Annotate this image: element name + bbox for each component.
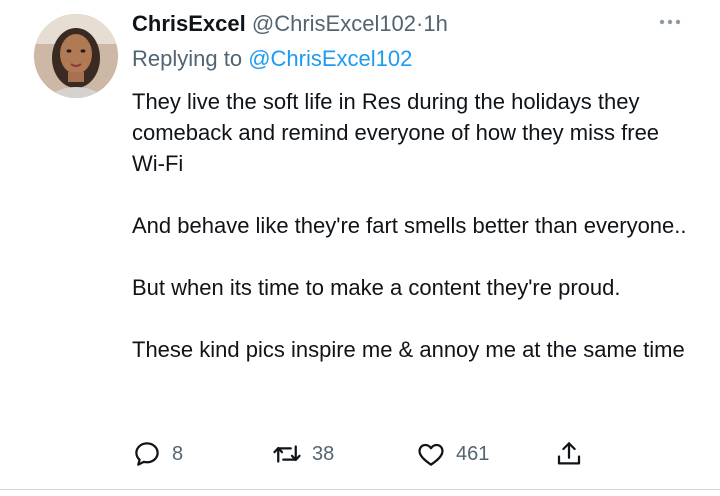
replying-prefix: Replying to: [132, 46, 243, 71]
reply-button[interactable]: 8: [132, 434, 183, 474]
like-button[interactable]: 461: [416, 434, 489, 474]
tweet-time[interactable]: 1h: [423, 11, 447, 36]
tweet-paragraph: They live the soft life in Res during th…: [132, 89, 660, 176]
tweet-paragraph: But when its time to make a content they…: [132, 275, 621, 300]
tweet-header: ChrisExcel @ChrisExcel102·1h: [132, 9, 448, 39]
share-upload-icon: [557, 442, 581, 465]
divider: [0, 489, 720, 490]
like-count: 461: [456, 442, 490, 465]
retweet-count: 38: [312, 442, 335, 465]
author-name[interactable]: ChrisExcel: [132, 11, 246, 36]
tweet-paragraph: These kind pics inspire me & annoy me at…: [132, 337, 685, 362]
avatar-photo: [34, 14, 118, 98]
author-handle[interactable]: @ChrisExcel102: [252, 11, 416, 36]
replying-to-line: Replying to @ChrisExcel102: [132, 44, 412, 74]
tweet-paragraph: And behave like they're fart smells bett…: [132, 213, 687, 238]
heart-icon: [418, 443, 444, 466]
avatar[interactable]: [34, 14, 118, 98]
tweet[interactable]: ChrisExcel @ChrisExcel102·1h Replying to…: [0, 0, 720, 492]
retweet-icon: [273, 445, 301, 463]
tweet-actions: 8 38 461: [132, 434, 602, 474]
retweet-button[interactable]: 38: [272, 434, 334, 474]
tweet-text: They live the soft life in Res during th…: [132, 86, 692, 365]
share-button[interactable]: [554, 434, 584, 474]
reply-count: 8: [172, 442, 184, 465]
reply-bubble-icon: [135, 442, 159, 466]
replying-to-link[interactable]: @ChrisExcel102: [248, 46, 412, 71]
more-horizontal-icon[interactable]: [656, 8, 684, 36]
